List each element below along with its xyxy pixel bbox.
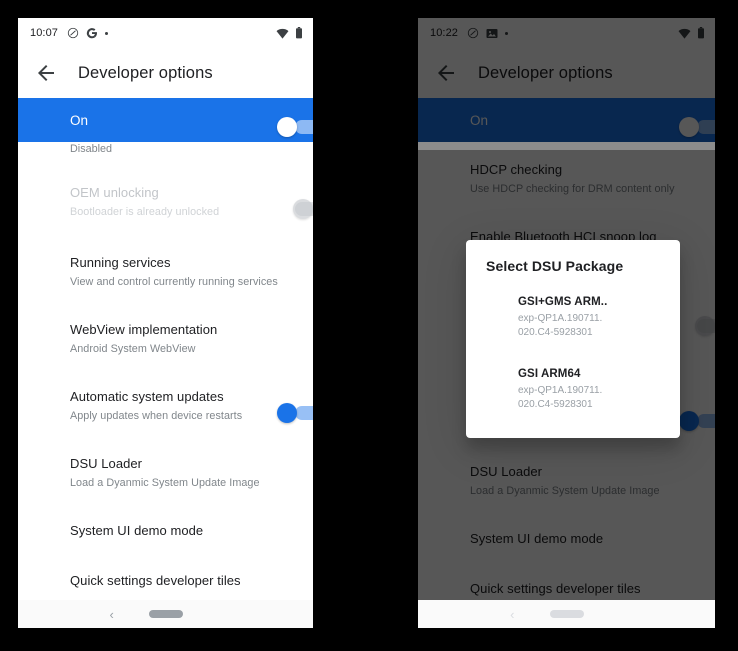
dialog-option-title: GSI ARM64 <box>518 368 581 380</box>
dnd-icon <box>67 27 79 39</box>
row-running-services[interactable]: Running services View and control curren… <box>18 243 313 301</box>
battery-icon <box>295 27 303 39</box>
row-subtitle: Android System WebView <box>70 343 196 355</box>
status-bar-system-icons <box>678 27 705 39</box>
page-title: Developer options <box>78 63 213 82</box>
dialog-option-gsi-gms-arm[interactable]: GSI+GMS ARM.. exp-QP1A.190711. 020.C4-592… <box>466 284 680 350</box>
select-dsu-package-dialog: Select DSU Package GSI+GMS ARM.. exp-QP1… <box>466 240 680 438</box>
row-title: OEM unlocking <box>70 185 159 200</box>
row-hdcp-checking[interactable]: HDCP checking Use HDCP checking for DRM … <box>418 150 715 208</box>
master-switch-label: On <box>470 112 489 128</box>
dialog-option-subtitle: exp-QP1A.190711. 020.C4-5928301 <box>518 385 603 410</box>
back-arrow-icon[interactable] <box>34 61 58 85</box>
dialog-option-title: GSI+GMS ARM.. <box>518 296 608 308</box>
row-subtitle: Load a Dyanmic System Update Image <box>470 485 660 497</box>
row-webview-implementation[interactable]: WebView implementation Android System We… <box>18 310 313 368</box>
row-title: HDCP checking <box>470 162 563 177</box>
row-subtitle: Load a Dyanmic System Update Image <box>70 477 260 489</box>
developer-options-master-switch-row[interactable]: On <box>18 98 313 142</box>
row-title: DSU Loader <box>70 456 143 471</box>
wifi-icon <box>678 28 691 39</box>
google-g-icon <box>86 27 98 39</box>
app-bar-left: Developer options <box>18 48 313 98</box>
system-nav-bar-right: ‹ <box>418 600 715 628</box>
row-subtitle: Apply updates when device restarts <box>70 410 243 422</box>
phone-screen-left: 10:07 Developer options On Disabled OEM … <box>18 18 313 628</box>
phone-screen-right: 10:22 Developer options On HDCP checking… <box>418 18 715 628</box>
battery-icon <box>697 27 705 39</box>
developer-options-master-switch-row[interactable]: On <box>418 98 715 142</box>
dnd-icon <box>467 27 479 39</box>
system-nav-bar-left: ‹ <box>18 600 313 628</box>
row-subtitle: View and control currently running servi… <box>70 276 278 288</box>
row-title: Automatic system updates <box>70 389 224 404</box>
dot-icon <box>505 31 509 35</box>
row-subtitle: Use HDCP checking for DRM content only <box>470 183 675 195</box>
status-bar-time: 10:07 <box>30 27 59 39</box>
nav-back-icon[interactable]: ‹ <box>109 608 113 621</box>
row-subtitle: Bootloader is already unlocked <box>70 206 220 218</box>
settings-list-left: Disabled OEM unlocking Bootloader is alr… <box>18 142 313 628</box>
screenshot-icon <box>486 28 498 39</box>
nav-home-pill[interactable] <box>549 610 584 618</box>
page-title: Developer options <box>478 63 613 82</box>
status-bar-time: 10:22 <box>430 27 459 39</box>
status-bar-notification-icons <box>67 27 109 39</box>
row-title: Running services <box>70 255 171 270</box>
row-dsu-loader[interactable]: DSU Loader Load a Dyanmic System Update … <box>418 452 715 510</box>
row-quick-settings-developer-tiles[interactable]: Quick settings developer tiles <box>18 558 313 604</box>
row-title: System UI demo mode <box>470 531 604 546</box>
row-title: WebView implementation <box>70 322 218 337</box>
row-title: DSU Loader <box>470 464 543 479</box>
row-dsu-loader[interactable]: DSU Loader Load a Dyanmic System Update … <box>18 444 313 502</box>
back-arrow-icon[interactable] <box>434 61 458 85</box>
master-switch-label: On <box>70 112 89 128</box>
clipped-row-subtitle: Disabled <box>70 143 113 155</box>
row-automatic-system-updates[interactable]: Automatic system updates Apply updates w… <box>18 377 313 435</box>
row-oem-unlocking[interactable]: OEM unlocking Bootloader is already unlo… <box>18 173 313 231</box>
status-bar-right: 10:22 <box>418 18 715 48</box>
nav-home-pill[interactable] <box>148 610 183 618</box>
dot-icon <box>105 31 109 35</box>
status-bar-system-icons <box>276 27 303 39</box>
status-bar-notification-icons <box>467 27 509 39</box>
dialog-option-gsi-arm64[interactable]: GSI ARM64 exp-QP1A.190711. 020.C4-5928301 <box>466 356 680 422</box>
wifi-icon <box>276 28 289 39</box>
status-bar-left: 10:07 <box>18 18 313 48</box>
app-bar-right: Developer options <box>418 48 715 98</box>
row-system-ui-demo-mode[interactable]: System UI demo mode <box>418 516 715 562</box>
nav-back-icon[interactable]: ‹ <box>510 608 514 621</box>
row-system-ui-demo-mode[interactable]: System UI demo mode <box>18 508 313 554</box>
row-title: Quick settings developer tiles <box>470 581 641 596</box>
dialog-option-subtitle: exp-QP1A.190711. 020.C4-5928301 <box>518 313 603 338</box>
row-title: Quick settings developer tiles <box>70 573 241 588</box>
row-title: System UI demo mode <box>70 523 204 538</box>
dialog-title: Select DSU Package <box>486 258 624 274</box>
